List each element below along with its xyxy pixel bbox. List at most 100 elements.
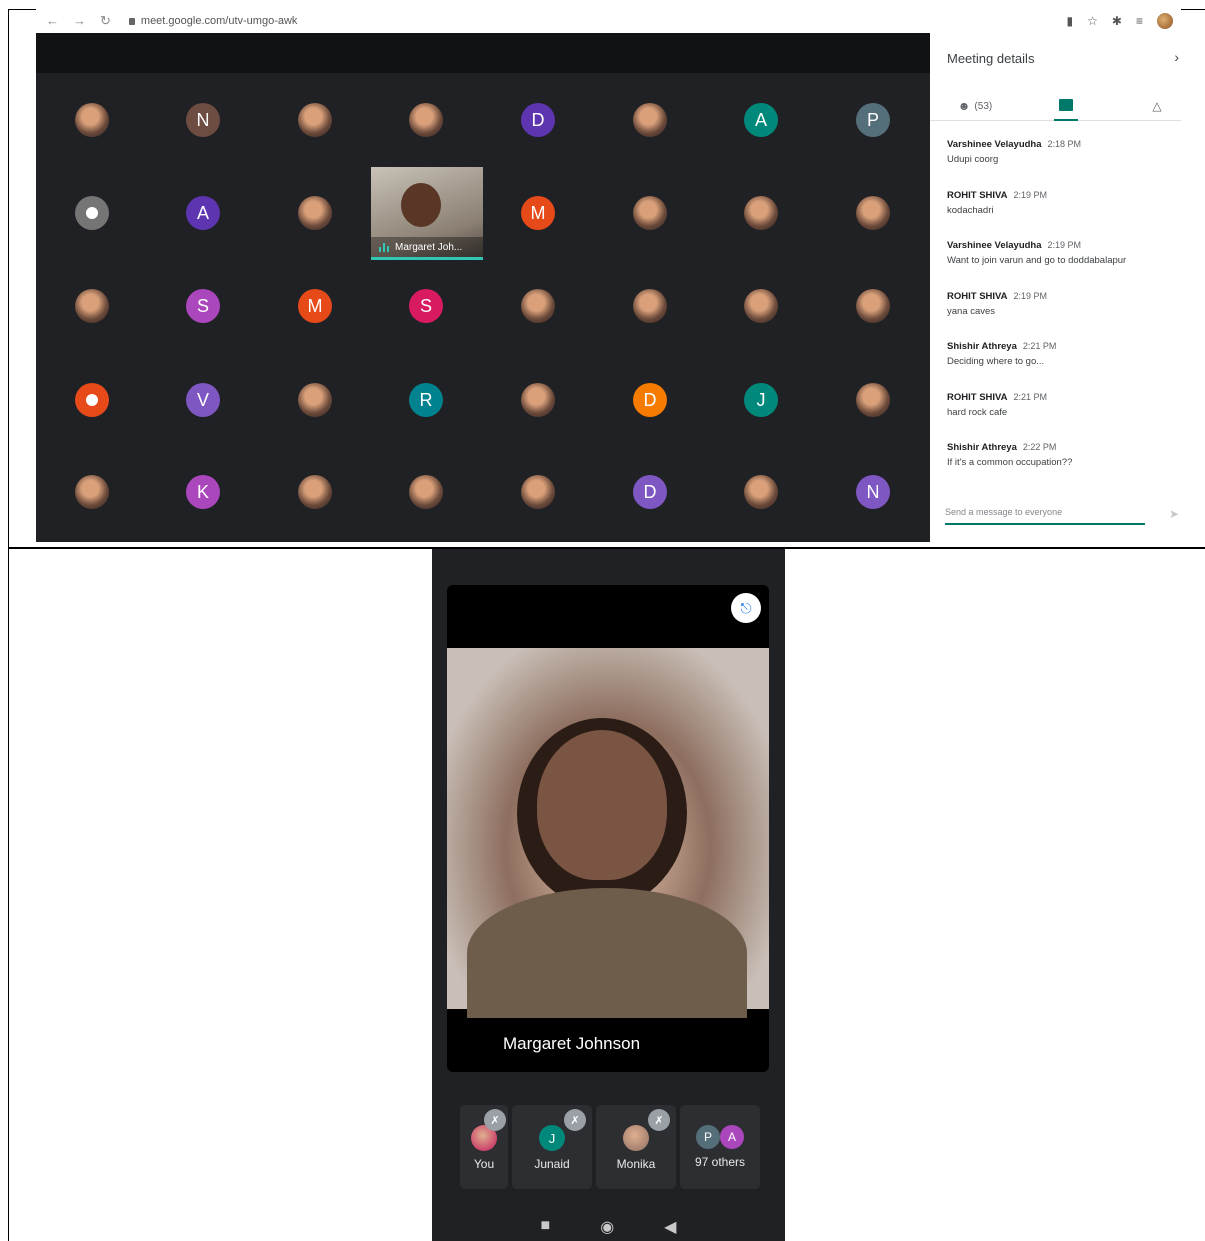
avatar-initial: N [196,109,210,130]
participant-card[interactable]: J ✗ Junaid [512,1105,592,1189]
participant-avatar[interactable] [744,196,778,230]
participant-avatar[interactable] [521,383,555,417]
participant-avatar[interactable] [633,103,667,137]
avatar-initial: A [754,109,767,130]
participant-avatar[interactable] [75,196,109,230]
participant-avatar[interactable]: R [409,383,443,417]
participant-card[interactable]: ✗ Monika [596,1105,676,1189]
participant-avatar[interactable] [856,196,890,230]
participant-avatar[interactable] [521,289,555,323]
participant-avatar[interactable]: D [521,103,555,137]
message-sender: Shishir Athreya 2:21 PM [947,341,1177,352]
participant-avatar[interactable] [521,475,555,509]
mic-off-icon: ✗ [648,1109,670,1131]
participant-avatar[interactable] [75,475,109,509]
grid-top-strip [36,33,930,73]
participant-avatar[interactable]: S [186,289,220,323]
chat-message: ROHIT SHIVA 2:21 PM hard rock cafe [947,392,1177,443]
participant-avatar[interactable]: P [856,103,890,137]
back-icon[interactable]: ◀ [664,1217,676,1237]
tab-chat[interactable] [1054,91,1078,121]
participant-avatar[interactable]: A [186,196,220,230]
mobile-meet-screen: ⎋ Margaret Johnson ✗ You J ✗ Junaid ✗ Monika P A… [432,549,785,1241]
participant-avatar[interactable] [75,103,109,137]
participant-avatar[interactable] [633,289,667,323]
video-face [537,730,667,880]
avatar-initial: D [531,109,545,130]
participant-avatar[interactable]: J [744,383,778,417]
message-text: hard rock cafe [947,406,1008,418]
avatar-initial: M [307,295,323,316]
pinned-participant[interactable]: ⎋ Margaret Johnson [447,585,769,1072]
participant-card[interactable]: ✗ You [460,1105,508,1189]
message-sender: Varshinee Velayudha 2:19 PM [947,240,1177,251]
chat-input-placeholder: Send a message to everyone [945,507,1063,517]
message-time: 2:21 PM [1022,341,1057,351]
chat-message: Varshinee Velayudha 2:18 PM Udupi coorg [947,139,1177,190]
participant-label: Monika [616,1157,656,1171]
playlist-icon[interactable]: ≡ [1136,14,1143,28]
active-speaker-tile[interactable]: Margaret Joh... [371,167,483,260]
participant-avatar[interactable] [298,475,332,509]
extensions-icon[interactable]: ✱ [1112,14,1122,28]
tab-people[interactable]: ☻ (53) [940,91,1010,121]
avatar-initial: R [419,389,433,410]
browser-toolbar: ← → ↻ meet.google.com/utv-umgo-awk ▮ ☆ ✱… [36,9,1181,33]
back-icon[interactable]: ← [46,13,59,29]
forward-icon[interactable]: → [73,13,86,29]
circle-icon[interactable]: ◉ [600,1217,614,1237]
participant-card[interactable]: P A 97 others [680,1105,760,1189]
message-sender: ROHIT SHIVA 2:19 PM [947,291,1177,302]
participant-avatar[interactable] [75,289,109,323]
avatar-initial: J [548,1130,556,1146]
others-avatars: PA [696,1125,744,1149]
close-panel-icon[interactable]: › [1174,49,1179,65]
speaker-video [401,183,441,227]
participant-avatar[interactable] [298,103,332,137]
profile-avatar[interactable] [1157,13,1173,29]
avatar-initial: S [419,295,432,316]
participant-avatar[interactable]: M [521,196,555,230]
pin-icon[interactable]: ⎋ [731,593,761,623]
avatar-initial: A [196,202,209,223]
message-text: kodachadri [947,204,994,216]
chat-input[interactable]: Send a message to everyone [945,507,1145,525]
send-icon[interactable]: ➤ [1169,507,1179,521]
participant-avatar[interactable] [298,196,332,230]
participant-avatar[interactable]: N [856,475,890,509]
people-count: (53) [974,100,993,112]
participant-avatar[interactable]: M [298,289,332,323]
camera-icon[interactable]: ▮ [1067,14,1074,28]
participant-avatar[interactable]: D [633,475,667,509]
message-text: yana caves [947,305,996,317]
star-icon[interactable]: ☆ [1087,14,1098,28]
participant-avatar[interactable]: S [409,289,443,323]
browser-tools: ▮ ☆ ✱ ≡ [1067,13,1173,29]
address-bar[interactable]: meet.google.com/utv-umgo-awk [128,15,297,27]
default-person-icon [86,394,98,406]
tab-activities[interactable]: △ [1140,91,1174,121]
participant-avatar[interactable] [744,289,778,323]
chat-icon [1059,99,1073,111]
lock-icon [128,17,135,25]
participant-avatar[interactable] [633,196,667,230]
participant-avatar[interactable]: N [186,103,220,137]
participant-avatar[interactable] [856,383,890,417]
participant-avatar[interactable] [409,103,443,137]
participant-avatar[interactable] [298,383,332,417]
participant-avatar[interactable]: A [744,103,778,137]
participant-avatar[interactable] [856,289,890,323]
participant-avatar[interactable] [744,475,778,509]
activities-icon: △ [1152,99,1162,113]
participant-avatar[interactable] [409,475,443,509]
reload-icon[interactable]: ↻ [100,13,111,29]
avatar-initial: K [196,481,209,502]
avatar-initial: P [696,1125,720,1149]
participant-avatar[interactable]: V [186,383,220,417]
participant-avatar[interactable]: D [633,383,667,417]
pinned-name: Margaret Johnson [503,1034,641,1053]
participant-avatar[interactable]: K [186,475,220,509]
square-icon[interactable]: ■ [541,1217,551,1237]
android-nav-bar: ■ ◉ ◀ [432,1217,785,1237]
participant-avatar[interactable] [75,383,109,417]
